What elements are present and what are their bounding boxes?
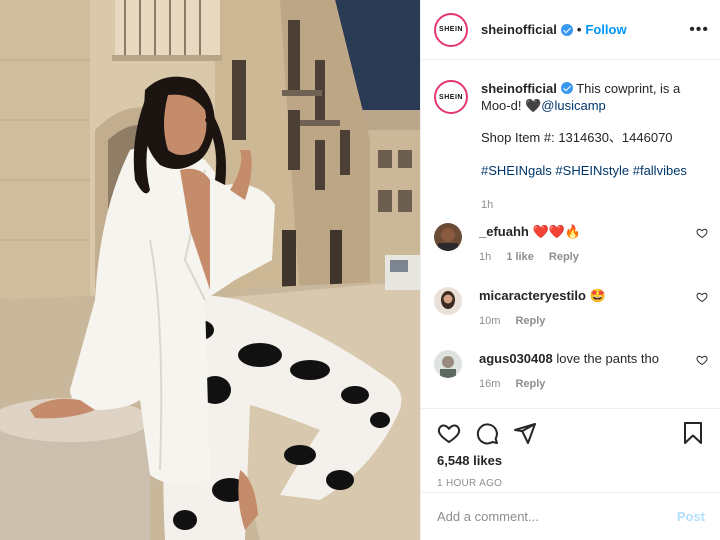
follow-button[interactable]: Follow — [585, 22, 626, 37]
post-panel: SHEIN sheinofficial • Follow ••• SHEIN s… — [420, 0, 720, 540]
caption-mention-link[interactable]: @lusicamp — [541, 98, 606, 113]
post-header: SHEIN sheinofficial • Follow ••• — [421, 0, 720, 60]
comment-likes[interactable]: 1 like — [506, 251, 534, 263]
share-direct-icon[interactable] — [513, 421, 537, 445]
post-image — [0, 0, 420, 540]
caption-username[interactable]: sheinofficial — [481, 81, 557, 96]
comment-username[interactable]: _efuahh — [479, 224, 529, 239]
comment-meta: 16m Reply — [479, 376, 689, 393]
likes-count[interactable]: 6,548 likes — [437, 453, 705, 468]
like-comment-heart-icon[interactable] — [696, 227, 708, 239]
post-timestamp: 1 HOUR AGO — [437, 478, 503, 489]
header-separator: • — [576, 22, 582, 37]
header-username[interactable]: sheinofficial — [481, 22, 557, 37]
comment-item: micaracteryestilo 🤩 10m Reply — [434, 287, 708, 330]
caption-timestamp: 1h — [481, 199, 494, 211]
action-icons — [437, 409, 705, 453]
comment-username[interactable]: agus030408 — [479, 351, 553, 366]
verified-badge-icon — [560, 82, 573, 94]
like-comment-heart-icon[interactable] — [696, 354, 708, 366]
profile-avatar[interactable]: SHEIN — [434, 12, 468, 47]
comment-item: agus030408 love the pants tho 16m Reply — [434, 350, 708, 393]
comment-body: _efuahh ❤️❤️🔥 1h 1 like Reply — [479, 223, 689, 266]
comment-meta: 1h 1 like Reply — [479, 249, 689, 266]
caption-hashtags[interactable]: #SHEINgals #SHEINstyle #fallvibes — [481, 162, 703, 179]
avatar-logo-text: SHEIN — [439, 26, 463, 33]
comment-bubble-icon[interactable] — [475, 421, 499, 445]
comment-text: love the pants tho — [552, 351, 659, 366]
comment-meta: 10m Reply — [479, 313, 689, 330]
avatar-logo-text: SHEIN — [439, 93, 463, 101]
verified-badge-icon — [560, 23, 573, 36]
reply-button[interactable]: Reply — [515, 378, 545, 390]
add-comment-bar: Post — [421, 492, 720, 540]
save-bookmark-icon[interactable] — [681, 421, 705, 445]
caption-shop-item: Shop Item #: 1314630、1446070 — [481, 130, 673, 145]
post-comment-button[interactable]: Post — [677, 509, 705, 524]
post-caption: SHEIN sheinofficial This cowprint, is a … — [434, 60, 707, 214]
reply-button[interactable]: Reply — [515, 315, 545, 327]
like-comment-heart-icon[interactable] — [696, 291, 708, 303]
comment-time: 1h — [479, 251, 492, 263]
comment-username[interactable]: micaracteryestilo — [479, 288, 586, 303]
comment-input[interactable] — [437, 509, 677, 524]
comment-time: 16m — [479, 378, 501, 390]
comment-body: agus030408 love the pants tho 16m Reply — [479, 350, 689, 393]
comment-text: 🤩 — [585, 288, 606, 303]
comment-text: ❤️❤️🔥 — [528, 224, 582, 239]
caption-body: sheinofficial This cowprint, is a Moo-d!… — [481, 80, 703, 214]
comment-time: 10m — [479, 315, 501, 327]
commenter-avatar[interactable] — [434, 223, 462, 251]
caption-text: sheinofficial This cowprint, is a Moo-d!… — [481, 80, 703, 114]
post-actions: 6,548 likes 1 HOUR AGO — [421, 408, 720, 492]
reply-button[interactable]: Reply — [549, 251, 579, 263]
post-photo[interactable] — [0, 0, 420, 540]
more-options-icon[interactable]: ••• — [689, 21, 709, 38]
comment-body: micaracteryestilo 🤩 10m Reply — [479, 287, 689, 330]
comments-section: SHEIN sheinofficial This cowprint, is a … — [421, 60, 720, 408]
commenter-avatar[interactable] — [434, 287, 462, 315]
like-heart-icon[interactable] — [437, 421, 461, 445]
comment-item: _efuahh ❤️❤️🔥 1h 1 like Reply — [434, 223, 708, 266]
commenter-avatar[interactable] — [434, 350, 462, 378]
caption-avatar[interactable]: SHEIN — [434, 80, 468, 114]
black-heart-emoji: 🖤 — [525, 98, 542, 113]
